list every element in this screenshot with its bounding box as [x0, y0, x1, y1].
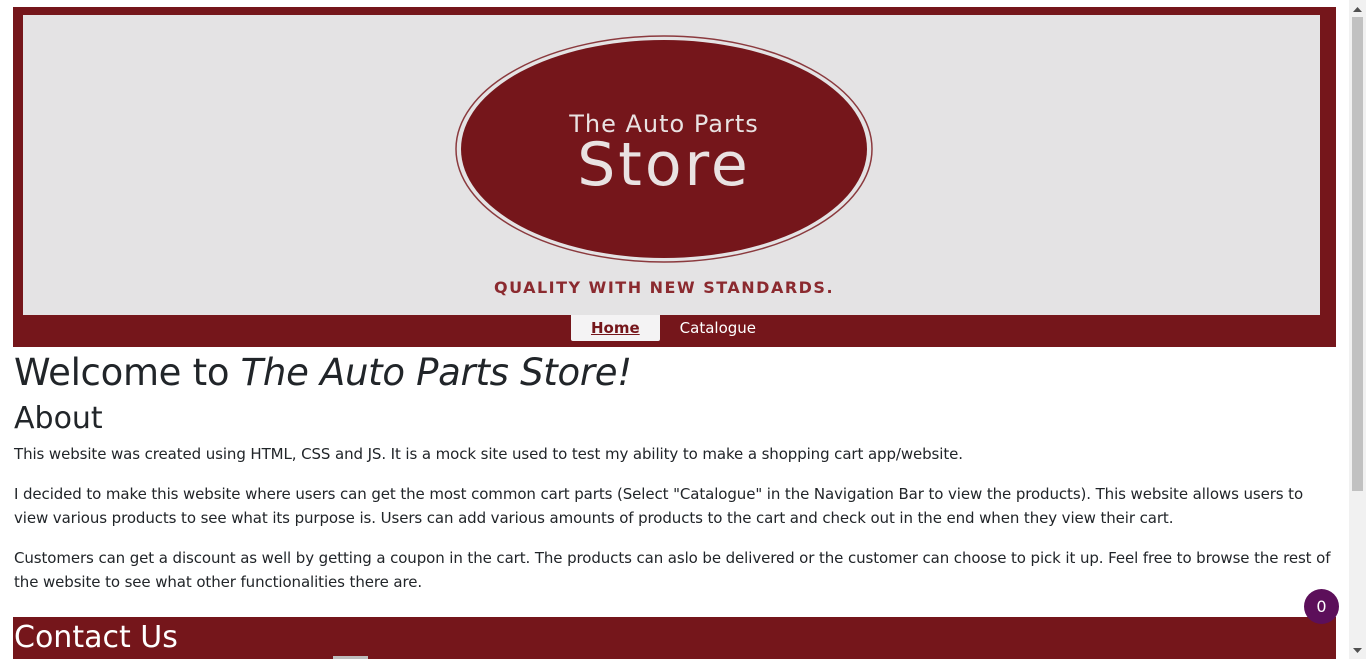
about-heading: About — [14, 401, 103, 436]
scroll-down-arrow-icon[interactable] — [1349, 642, 1366, 659]
store-logo: The Auto Parts Store QUALITY WITH NEW ST… — [455, 35, 873, 297]
navigation-bar: Home Catalogue — [571, 315, 776, 341]
banner: The Auto Parts Store QUALITY WITH NEW ST… — [23, 15, 1320, 315]
logo-tagline: QUALITY WITH NEW STANDARDS. — [494, 278, 834, 297]
cart-count-button[interactable]: 0 — [1304, 589, 1339, 624]
scrollbar-thumb[interactable] — [1352, 17, 1363, 491]
site-header: The Auto Parts Store QUALITY WITH NEW ST… — [13, 7, 1336, 347]
nav-catalogue[interactable]: Catalogue — [660, 315, 776, 341]
about-paragraph-2: I decided to make this website where use… — [14, 485, 1304, 527]
about-paragraph-3: Customers can get a discount as well by … — [14, 549, 1331, 591]
contact-heading: Contact Us — [14, 620, 178, 655]
nav-home[interactable]: Home — [571, 315, 660, 341]
logo-line2: Store — [577, 130, 751, 200]
welcome-heading: Welcome to The Auto Parts Store! — [14, 350, 1334, 396]
scroll-up-arrow-icon[interactable] — [1349, 0, 1366, 17]
page: The Auto Parts Store QUALITY WITH NEW ST… — [0, 0, 1366, 659]
welcome-prefix: Welcome to — [14, 351, 241, 394]
vertical-scrollbar[interactable] — [1349, 0, 1366, 659]
contact-section: Contact Us — [13, 617, 1336, 659]
about-paragraph-1: This website was created using HTML, CSS… — [14, 445, 963, 463]
main-content: Welcome to The Auto Parts Store! About T… — [14, 350, 1334, 610]
welcome-store-name: The Auto Parts Store! — [240, 351, 632, 394]
